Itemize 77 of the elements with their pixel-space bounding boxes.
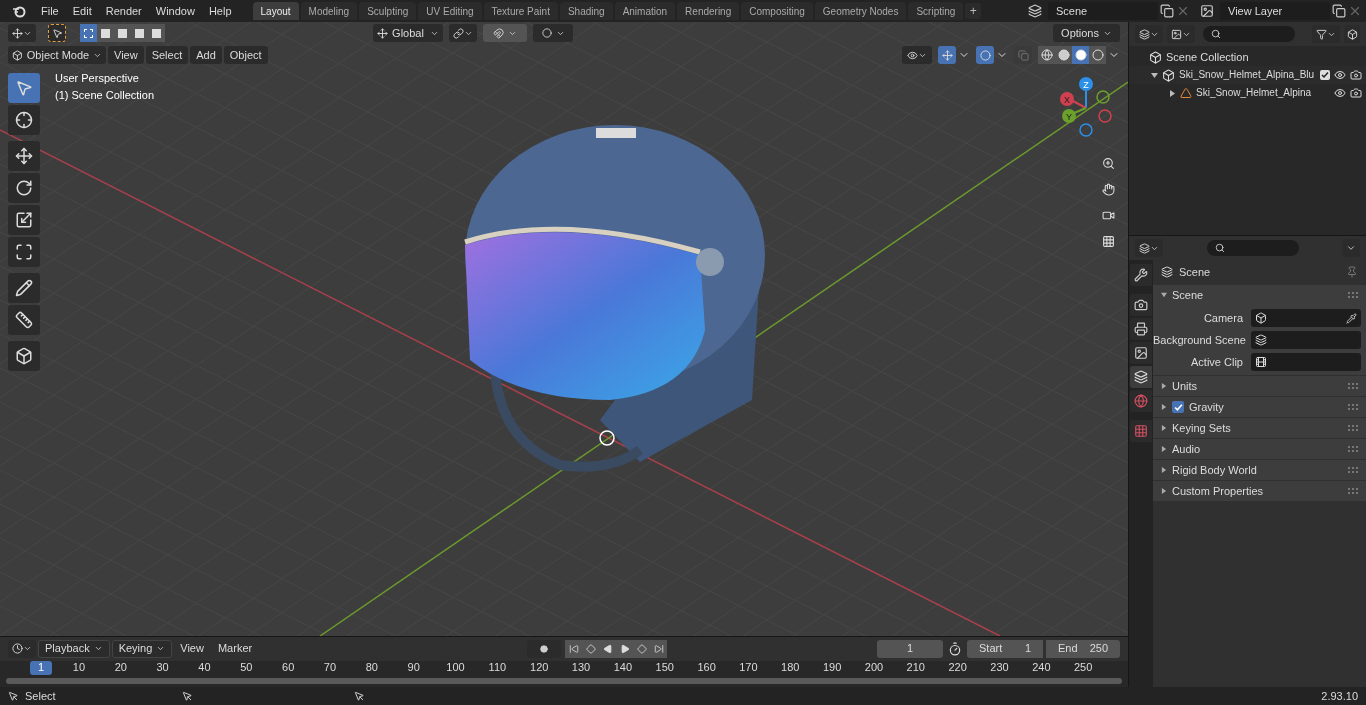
frame-number: 90 bbox=[406, 662, 421, 674]
viewport-menu[interactable]: Object bbox=[223, 46, 268, 64]
menu-item[interactable]: Help bbox=[201, 5, 239, 17]
frame-number: 70 bbox=[322, 662, 338, 674]
frame-number: 150 bbox=[654, 662, 675, 674]
menu-item[interactable]: Window bbox=[148, 5, 202, 17]
menu-item[interactable]: Edit bbox=[65, 5, 99, 17]
frame-number: 120 bbox=[529, 662, 550, 674]
frame-number: 170 bbox=[738, 662, 759, 674]
frame-number: 250 bbox=[1073, 662, 1094, 674]
start-frame-field[interactable]: Start 1 bbox=[967, 639, 1043, 658]
navigation-gizmo-drawing[interactable]: X Y Z bbox=[1060, 77, 1112, 137]
3d-viewport[interactable]: X Y Z Global Options Object Mode View Select Add Object User Perspective (1) Scene Collection bbox=[0, 22, 1128, 636]
workspace-tab[interactable]: Sculpting bbox=[359, 2, 417, 20]
axis-label: Z bbox=[1083, 80, 1089, 90]
outliner-item-label[interactable]: Ski_Snow_Helmet_Alpina_Blu bbox=[1179, 68, 1316, 82]
frame-number: 240 bbox=[1031, 662, 1052, 674]
frame-number: 30 bbox=[155, 662, 170, 674]
end-frame-field[interactable]: End 250 bbox=[1046, 639, 1120, 658]
frame-number: 40 bbox=[197, 662, 212, 674]
field-label: Active Clip bbox=[1190, 356, 1243, 368]
workspace-tab[interactable]: Geometry Nodes bbox=[814, 2, 907, 20]
workspace-tab[interactable]: Rendering bbox=[677, 2, 740, 20]
current-frame-field[interactable]: 1 bbox=[877, 639, 943, 658]
workspace-tab[interactable]: Scripting bbox=[908, 2, 964, 20]
viewport-info-text: (1) Scene Collection bbox=[55, 90, 155, 101]
context-title: Scene bbox=[1179, 266, 1211, 278]
scene-field[interactable]: Scene bbox=[1048, 2, 1158, 20]
frame-number: 210 bbox=[905, 662, 926, 674]
frame-number: 220 bbox=[947, 662, 968, 674]
viewport-info-text: User Perspective bbox=[55, 73, 140, 84]
frame-number: 190 bbox=[821, 662, 843, 674]
workspace-tab[interactable]: Animation bbox=[614, 2, 676, 20]
outliner-root-label[interactable]: Scene Collection bbox=[1166, 51, 1249, 63]
menu-item[interactable]: File bbox=[34, 5, 66, 17]
frame-number: 200 bbox=[863, 662, 885, 674]
frame-number: 230 bbox=[989, 662, 1010, 674]
workspace-tab[interactable]: Modeling bbox=[300, 2, 358, 20]
timeline-menu[interactable]: Marker bbox=[211, 639, 259, 658]
frame-number: 50 bbox=[239, 662, 254, 674]
workspace-tab[interactable]: Compositing bbox=[741, 2, 813, 20]
outliner-item-label[interactable]: Ski_Snow_Helmet_Alpina bbox=[1196, 86, 1330, 100]
axis-label: X bbox=[1064, 95, 1070, 105]
frame-number: 110 bbox=[487, 662, 508, 674]
field-label: Camera bbox=[1202, 312, 1243, 324]
timeline-dropdown[interactable]: Playback bbox=[38, 639, 110, 658]
version-text: 2.93.10 bbox=[1321, 690, 1358, 702]
field-value: 250 bbox=[1089, 643, 1108, 655]
add-workspace-button[interactable]: + bbox=[965, 3, 982, 19]
field-label: Start bbox=[979, 643, 1003, 655]
frame-number: 60 bbox=[281, 662, 296, 674]
workspace-tab[interactable]: Shading bbox=[559, 2, 613, 20]
timeline-dropdown[interactable]: Keying bbox=[111, 639, 173, 658]
frame-number: 20 bbox=[113, 662, 128, 674]
frame-number: 140 bbox=[612, 662, 634, 674]
workspace-tab[interactable]: UV Editing bbox=[418, 2, 482, 20]
field-label: End bbox=[1058, 643, 1078, 655]
orientation-dropdown[interactable]: Global bbox=[373, 24, 444, 42]
frame-number: 10 bbox=[71, 662, 87, 674]
timeline-menu[interactable]: View bbox=[174, 639, 210, 658]
frame-number: 80 bbox=[364, 662, 379, 674]
menu-item[interactable]: Render bbox=[98, 5, 149, 17]
frame-number: 180 bbox=[780, 662, 801, 674]
mode-dropdown[interactable]: Object Mode bbox=[8, 46, 106, 64]
frame-number: 130 bbox=[570, 662, 592, 674]
frame-number: 100 bbox=[445, 662, 466, 674]
viewport-menu[interactable]: Select bbox=[145, 46, 189, 64]
viewport-menu[interactable]: View bbox=[108, 46, 144, 64]
frame-number: 160 bbox=[696, 662, 717, 674]
axis-label: Y bbox=[1066, 112, 1072, 122]
view-layer-field[interactable]: View Layer bbox=[1220, 2, 1330, 20]
options-dropdown[interactable]: Options bbox=[1053, 24, 1120, 42]
workspace-tab[interactable]: Layout bbox=[252, 2, 299, 20]
viewport-menu[interactable]: Add bbox=[190, 46, 222, 64]
status-hint: Select bbox=[25, 690, 56, 702]
field-value: 1 bbox=[1024, 643, 1031, 655]
workspace-tab[interactable]: Texture Paint bbox=[483, 2, 558, 20]
